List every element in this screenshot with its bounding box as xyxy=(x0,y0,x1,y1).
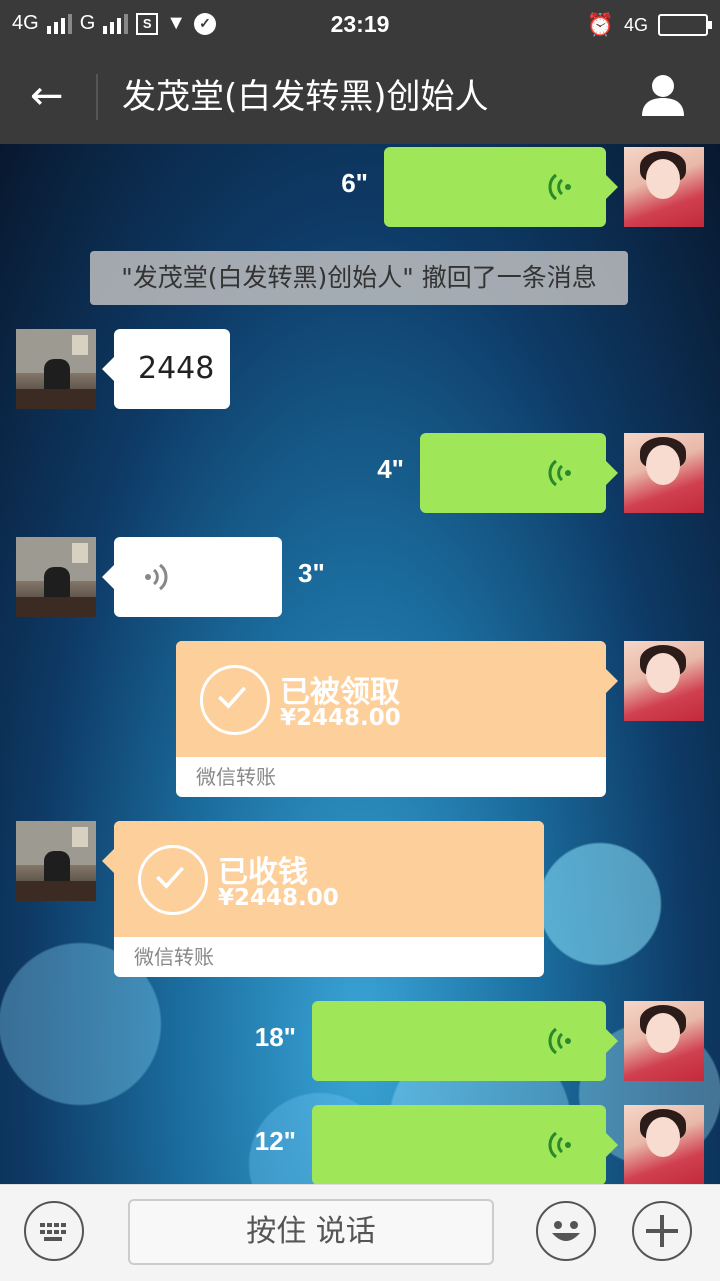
hold-to-talk-button[interactable]: 按住 说话 xyxy=(128,1199,494,1265)
alarm-icon: ⏰ xyxy=(586,12,614,37)
transfer-card-top: 已被领取 ¥2448.00 xyxy=(176,641,606,757)
voice-message-bubble[interactable] xyxy=(420,433,618,513)
chat-title: 发茂堂(白发转黑)创始人 xyxy=(122,77,489,117)
voice-duration: 6" xyxy=(341,168,368,198)
my-avatar[interactable] xyxy=(624,433,704,513)
chat-area[interactable]: 6" "发茂堂(白发转黑)创始人" 撤回了一条消息 2448 4" 3" 已被领… xyxy=(0,144,720,1184)
recall-notice: "发茂堂(白发转黑)创始人" 撤回了一条消息 xyxy=(90,251,628,305)
divider xyxy=(96,74,98,120)
voice-duration: 12" xyxy=(254,1126,296,1156)
input-bar: 按住 说话 xyxy=(0,1184,720,1281)
network-type-right: 4G xyxy=(623,14,648,35)
voice-message-bubble[interactable] xyxy=(312,1105,618,1184)
chat-header: ← 发茂堂(白发转黑)创始人 xyxy=(0,50,720,144)
emoji-button[interactable] xyxy=(536,1201,596,1261)
voice-duration: 18" xyxy=(254,1022,296,1052)
more-options-button[interactable] xyxy=(632,1201,692,1261)
profile-icon[interactable] xyxy=(640,72,686,118)
contact-avatar[interactable] xyxy=(16,821,96,901)
voice-message-bubble[interactable] xyxy=(102,537,282,617)
my-avatar[interactable] xyxy=(624,147,704,227)
smile-icon xyxy=(552,1221,580,1241)
transfer-card[interactable]: 已收钱 ¥2448.00 微信转账 xyxy=(102,821,544,977)
my-avatar[interactable] xyxy=(624,1001,704,1081)
check-circle-icon xyxy=(200,665,270,735)
keyboard-icon xyxy=(40,1223,66,1241)
text-message-bubble[interactable]: 2448 xyxy=(102,329,230,409)
voice-wave-icon xyxy=(145,563,168,591)
contact-avatar[interactable] xyxy=(16,537,96,617)
my-avatar[interactable] xyxy=(624,641,704,721)
voice-duration: 3" xyxy=(298,558,325,588)
battery-icon xyxy=(658,14,712,36)
transfer-amount: ¥2448.00 xyxy=(218,885,339,911)
voice-message-bubble[interactable] xyxy=(384,147,618,227)
voice-duration: 4" xyxy=(377,454,404,484)
transfer-card-top: 已收钱 ¥2448.00 xyxy=(114,821,544,937)
voice-message-bubble[interactable] xyxy=(312,1001,618,1081)
voice-wave-icon xyxy=(548,1131,571,1159)
voice-wave-icon xyxy=(548,459,571,487)
my-avatar[interactable] xyxy=(624,1105,704,1184)
message-text: 2448 xyxy=(138,351,215,386)
voice-wave-icon xyxy=(548,1027,571,1055)
status-right: ⏰ 4G xyxy=(586,12,712,38)
status-bar: 4G G S ▼ ✓ 23:19 ⏰ 4G xyxy=(0,0,720,50)
transfer-amount: ¥2448.00 xyxy=(280,705,401,731)
transfer-footer: 微信转账 xyxy=(196,765,276,789)
check-circle-icon xyxy=(138,845,208,915)
contact-avatar[interactable] xyxy=(16,329,96,409)
transfer-footer: 微信转账 xyxy=(134,945,214,969)
back-arrow-icon[interactable]: ← xyxy=(30,76,64,116)
plus-icon xyxy=(646,1215,678,1247)
keyboard-toggle-button[interactable] xyxy=(24,1201,84,1261)
voice-wave-icon xyxy=(548,173,571,201)
transfer-card[interactable]: 已被领取 ¥2448.00 微信转账 xyxy=(176,641,618,797)
